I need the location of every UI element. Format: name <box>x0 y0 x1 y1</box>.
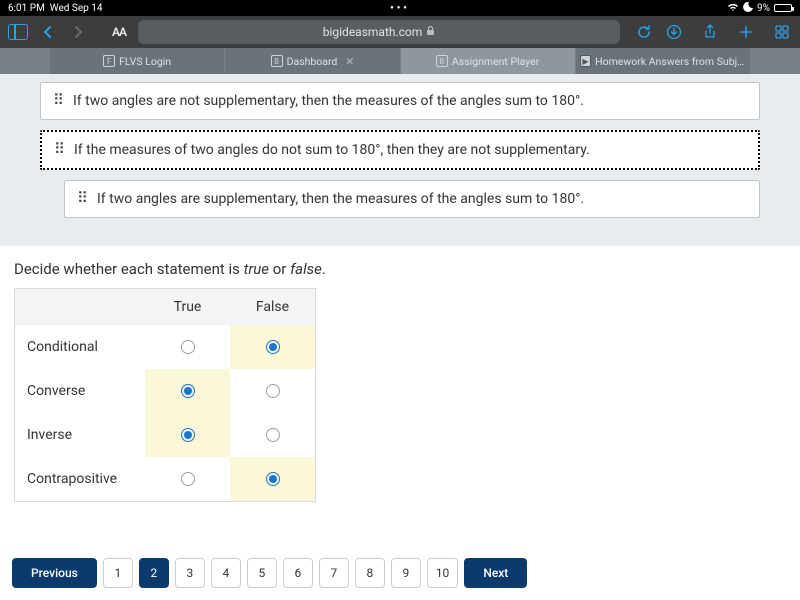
table-row: Contrapositive <box>15 457 315 501</box>
radio-button[interactable] <box>266 428 280 442</box>
radio-button[interactable] <box>181 428 195 442</box>
radio-button[interactable] <box>181 384 195 398</box>
radio-button[interactable] <box>266 340 280 354</box>
url-bar[interactable]: bigideasmath.com <box>138 20 620 44</box>
text-size-button[interactable]: AA <box>112 25 126 39</box>
row-label: Contrapositive <box>15 457 145 501</box>
page-number-button[interactable]: 1 <box>103 558 133 588</box>
radio-cell-false[interactable] <box>230 413 315 457</box>
new-tab-button[interactable] <box>734 20 758 44</box>
draggable-statement[interactable]: If two angles are not supplementary, the… <box>40 82 760 120</box>
browser-toolbar: AA bigideasmath.com <box>0 16 800 48</box>
radio-cell-false[interactable] <box>230 369 315 413</box>
page-number-button[interactable]: 9 <box>391 558 421 588</box>
page-number-button[interactable]: 3 <box>175 558 205 588</box>
drag-handle-icon[interactable] <box>77 196 87 202</box>
tab-label: Assignment Player <box>452 55 539 68</box>
back-button[interactable] <box>36 20 60 44</box>
previous-button[interactable]: Previous <box>12 558 97 588</box>
draggable-statement[interactable]: If two angles are supplementary, then th… <box>64 180 760 218</box>
radio-button[interactable] <box>266 384 280 398</box>
tab-dashboard[interactable]: B Dashboard ✕ <box>225 48 399 74</box>
statement-text: If the measures of two angles do not sum… <box>74 142 590 158</box>
page-number-button[interactable]: 6 <box>283 558 313 588</box>
draggable-statement[interactable]: If the measures of two angles do not sum… <box>40 130 760 170</box>
page-number-button[interactable]: 2 <box>139 558 169 588</box>
forward-button <box>66 20 90 44</box>
draggable-statements-area: If two angles are not supplementary, the… <box>0 74 800 246</box>
table-header-row: True False <box>15 289 315 325</box>
tab-homework-answers[interactable]: ▶ Homework Answers from Subjec... <box>576 48 750 74</box>
battery-icon <box>774 4 792 12</box>
reload-button[interactable] <box>632 20 656 44</box>
tab-strip: F FLVS Login B Dashboard ✕ B Assignment … <box>0 48 800 74</box>
wifi-icon <box>727 2 739 15</box>
status-right: 9% <box>727 2 792 15</box>
question-prompt: Decide whether each statement is true or… <box>0 246 800 288</box>
share-button[interactable] <box>698 20 722 44</box>
page-number-button[interactable]: 5 <box>247 558 277 588</box>
status-time-date: 6:01 PM Wed Sep 14 <box>8 3 103 14</box>
radio-cell-true[interactable] <box>145 325 230 369</box>
tab-badge-icon: B <box>436 55 448 67</box>
page-number-button[interactable]: 8 <box>355 558 385 588</box>
page-content: If two angles are not supplementary, the… <box>0 74 800 502</box>
table-row: Inverse <box>15 413 315 457</box>
table-row: Conditional <box>15 325 315 369</box>
statement-text: If two angles are not supplementary, the… <box>73 93 584 109</box>
header-false: False <box>230 289 315 325</box>
moon-icon <box>743 2 753 15</box>
statement-text: If two angles are supplementary, then th… <box>97 191 584 207</box>
radio-button[interactable] <box>266 472 280 486</box>
next-button[interactable]: Next <box>464 558 527 588</box>
header-true: True <box>145 289 230 325</box>
ios-status-bar: 6:01 PM Wed Sep 14 ••• 9% <box>0 0 800 16</box>
tab-close-icon[interactable]: ✕ <box>345 55 354 68</box>
table-row: Converse <box>15 369 315 413</box>
drag-handle-icon[interactable] <box>53 98 63 104</box>
true-false-table: True False ConditionalConverseInverseCon… <box>14 288 316 502</box>
row-label: Inverse <box>15 413 145 457</box>
tab-badge-icon: ▶ <box>580 55 591 67</box>
tab-label: FLVS Login <box>119 55 171 68</box>
downloads-button[interactable] <box>662 20 686 44</box>
radio-cell-false[interactable] <box>230 457 315 501</box>
lock-icon <box>426 25 435 39</box>
radio-cell-true[interactable] <box>145 369 230 413</box>
tab-label: Homework Answers from Subjec... <box>595 55 746 68</box>
page-number-button[interactable]: 4 <box>211 558 241 588</box>
row-label: Conditional <box>15 325 145 369</box>
page-number-button[interactable]: 7 <box>319 558 349 588</box>
radio-cell-true[interactable] <box>145 413 230 457</box>
multitask-dots[interactable]: ••• <box>390 3 410 14</box>
tab-assignment-player[interactable]: B Assignment Player <box>401 48 575 74</box>
page-navigation: Previous 12345678910 Next <box>0 558 800 588</box>
drag-handle-icon[interactable] <box>54 147 64 153</box>
radio-cell-false[interactable] <box>230 325 315 369</box>
url-text: bigideasmath.com <box>323 25 423 39</box>
radio-cell-true[interactable] <box>145 457 230 501</box>
tab-label: Dashboard <box>287 55 338 68</box>
row-label: Converse <box>15 369 145 413</box>
battery-percent: 9% <box>757 3 770 14</box>
radio-button[interactable] <box>181 340 195 354</box>
tab-flvs-login[interactable]: F FLVS Login <box>50 48 224 74</box>
tab-badge-icon: F <box>103 55 115 67</box>
sidebar-toggle-button[interactable] <box>6 20 30 44</box>
radio-button[interactable] <box>181 472 195 486</box>
tab-badge-icon: B <box>271 55 283 67</box>
tabs-button[interactable] <box>770 20 794 44</box>
header-blank <box>15 289 145 325</box>
page-number-button[interactable]: 10 <box>427 558 459 588</box>
